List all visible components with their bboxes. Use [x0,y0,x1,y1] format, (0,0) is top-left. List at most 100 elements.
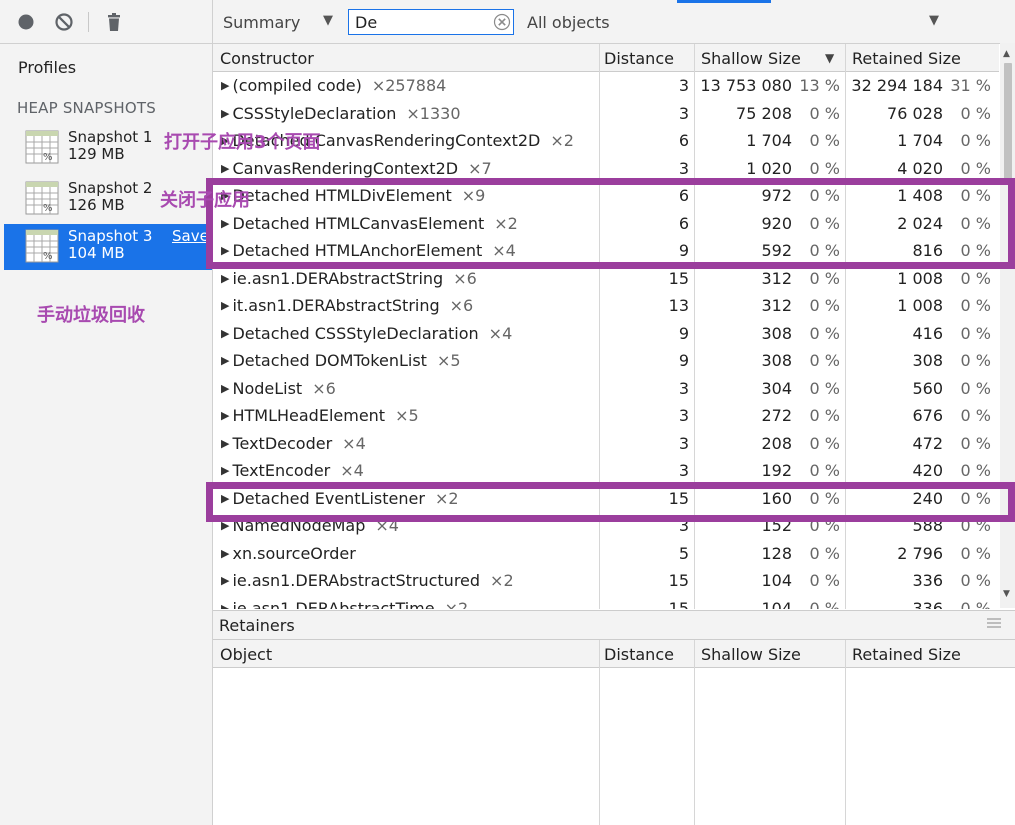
distance-cell: 15 [668,598,689,610]
shallow-size-cell: 308 [761,323,792,343]
constructor-cell: ▶ Detached DOMTokenList ×5 [221,351,461,370]
record-icon[interactable] [16,12,36,32]
distance-cell: 15 [668,571,689,590]
column-header-distance[interactable]: Distance [604,645,674,664]
retained-size-cell: 4 020 [897,158,943,178]
snapshot-item-3[interactable]: % Snapshot 3 104 MB Save [4,224,212,270]
instance-count: ×5 [395,406,419,425]
svg-text:%: % [43,203,53,214]
retained-size-cell: 2 796 [897,543,943,563]
distance-cell: 6 [678,131,689,150]
table-row[interactable]: ▶ xn.sourceOrder 5 128 0 % 2 796 0 % [213,540,999,568]
expand-triangle-icon[interactable]: ▶ [221,437,229,450]
constructor-cell: ▶ ie.asn1.DERAbstractTime ×2 [221,599,468,610]
column-header-shallow-size[interactable]: Shallow Size [701,645,801,664]
retainers-grid-header: Object Distance Shallow Size Retained Si… [213,640,1015,668]
shallow-percent-cell: 0 % [809,571,840,590]
column-divider [845,640,846,825]
column-header-object[interactable]: Object [220,645,272,664]
retained-percent-cell: 0 % [960,323,991,343]
table-row[interactable]: ▶ ie.asn1.DERAbstractTime ×2 15 104 0 % 336 0 % [213,595,999,610]
constructor-name: ie.asn1.DERAbstractStructured [232,571,481,590]
save-snapshot-link[interactable]: Save [172,227,209,245]
instance-count: ×7 [468,158,492,178]
class-filter-input[interactable] [355,12,485,32]
table-row[interactable]: ▶ Detached CanvasRenderingContext2D ×2 6 1 7… [213,127,999,155]
table-row[interactable]: ▶ Detached CSSStyleDeclaration ×4 9 308 0 % 41… [213,320,999,348]
grid-scrollbar[interactable]: ▲ ▼ [1000,43,1015,608]
table-row[interactable]: ▶ CSSStyleDeclaration ×1330 3 75 208 0 % 76 02… [213,100,999,128]
table-row[interactable]: ▶ it.asn1.DERAbstractString ×6 13 312 0 % 1 00… [213,292,999,320]
annotation-manual-gc: 手动垃圾回收 [37,305,145,326]
svg-text:%: % [43,251,53,262]
summary-grid: Constructor Distance Shallow Size ▼ Reta… [213,44,1015,609]
profiles-title: Profiles [18,58,77,77]
retained-size-cell: 416 [912,323,943,343]
retained-size-cell: 420 [912,461,943,480]
expand-triangle-icon[interactable]: ▶ [221,547,229,560]
panel-menu-icon[interactable] [987,617,1001,629]
constructor-cell: ▶ ie.asn1.DERAbstractString ×6 [221,269,477,288]
expand-triangle-icon[interactable]: ▶ [221,107,229,120]
column-header-shallow-size[interactable]: Shallow Size [701,49,801,68]
expand-triangle-icon[interactable]: ▶ [221,382,229,395]
table-row[interactable]: ▶ Detached DOMTokenList ×5 9 308 0 % 308 0 % [213,347,999,375]
view-select[interactable]: Summary [223,13,300,32]
column-header-retained-size[interactable]: Retained Size [852,49,961,68]
shallow-size-cell: 308 [761,351,792,370]
expand-triangle-icon[interactable]: ▶ [221,162,229,175]
expand-triangle-icon[interactable]: ▶ [221,354,229,367]
scrollbar-thumb[interactable] [1004,63,1012,185]
view-select-chevron-icon[interactable]: ▼ [323,13,333,28]
scroll-up-icon[interactable]: ▲ [1003,49,1010,59]
expand-triangle-icon[interactable]: ▶ [221,299,229,312]
clear-filter-icon[interactable] [493,13,511,31]
instance-count: ×2 [550,131,574,150]
expand-triangle-icon[interactable]: ▶ [221,79,229,92]
table-row[interactable]: ▶ (compiled code) ×257884 3 13 753 080 13 % 32… [213,72,999,100]
constructor-cell: ▶ ie.asn1.DERAbstractStructured ×2 [221,571,514,590]
objects-select[interactable]: All objects [527,13,610,32]
retainers-grid: Object Distance Shallow Size Retained Si… [213,640,1015,825]
table-row[interactable]: ▶ NodeList ×6 3 304 0 % 560 0 % [213,375,999,403]
retainers-title: Retainers [219,616,295,635]
clear-icon[interactable] [54,12,74,32]
class-filter-box[interactable] [348,9,514,35]
expand-triangle-icon[interactable]: ▶ [221,272,229,285]
trash-icon[interactable] [104,12,124,32]
column-header-retained-size[interactable]: Retained Size [852,645,961,664]
distance-cell: 3 [678,76,689,95]
retained-percent-cell: 31 % [950,76,991,95]
table-row[interactable]: ▶ HTMLHeadElement ×5 3 272 0 % 676 0 % [213,402,999,430]
expand-triangle-icon[interactable]: ▶ [221,327,229,340]
shallow-percent-cell: 0 % [809,158,840,178]
distance-cell: 5 [678,543,689,563]
retained-size-cell: 76 028 [887,103,943,123]
annotation-close-app: 关闭子应用 [160,190,250,211]
retained-size-cell: 336 [912,598,943,610]
table-row[interactable]: ▶ TextDecoder ×4 3 208 0 % 472 0 % [213,430,999,458]
expand-triangle-icon[interactable]: ▶ [221,602,229,610]
table-row[interactable]: ▶ ie.asn1.DERAbstractStructured ×2 15 104 0 %… [213,567,999,595]
table-row[interactable]: ▶ TextEncoder ×4 3 192 0 % 420 0 % [213,457,999,485]
retained-percent-cell: 0 % [960,268,991,288]
constructor-cell: ▶ Detached CSSStyleDeclaration ×4 [221,324,512,343]
shallow-percent-cell: 0 % [809,378,840,398]
shallow-size-cell: 304 [761,378,792,398]
constructor-name: ie.asn1.DERAbstractString [232,268,444,288]
column-header-distance[interactable]: Distance [604,49,674,68]
snapshot-thumbnail-icon: % [25,229,59,263]
distance-cell: 3 [678,378,689,398]
retained-percent-cell: 0 % [960,433,991,453]
profiles-toolbar [0,0,212,44]
snapshot-thumbnail-icon: % [25,181,59,215]
retained-percent-cell: 0 % [960,351,991,370]
objects-select-chevron-icon[interactable]: ▼ [929,13,939,28]
sort-descending-icon[interactable]: ▼ [825,51,834,65]
constructor-name: ie.asn1.DERAbstractTime [232,598,435,610]
expand-triangle-icon[interactable]: ▶ [221,464,229,477]
expand-triangle-icon[interactable]: ▶ [221,574,229,587]
scroll-down-icon[interactable]: ▼ [1003,589,1010,599]
column-header-constructor[interactable]: Constructor [220,49,314,68]
expand-triangle-icon[interactable]: ▶ [221,409,229,422]
